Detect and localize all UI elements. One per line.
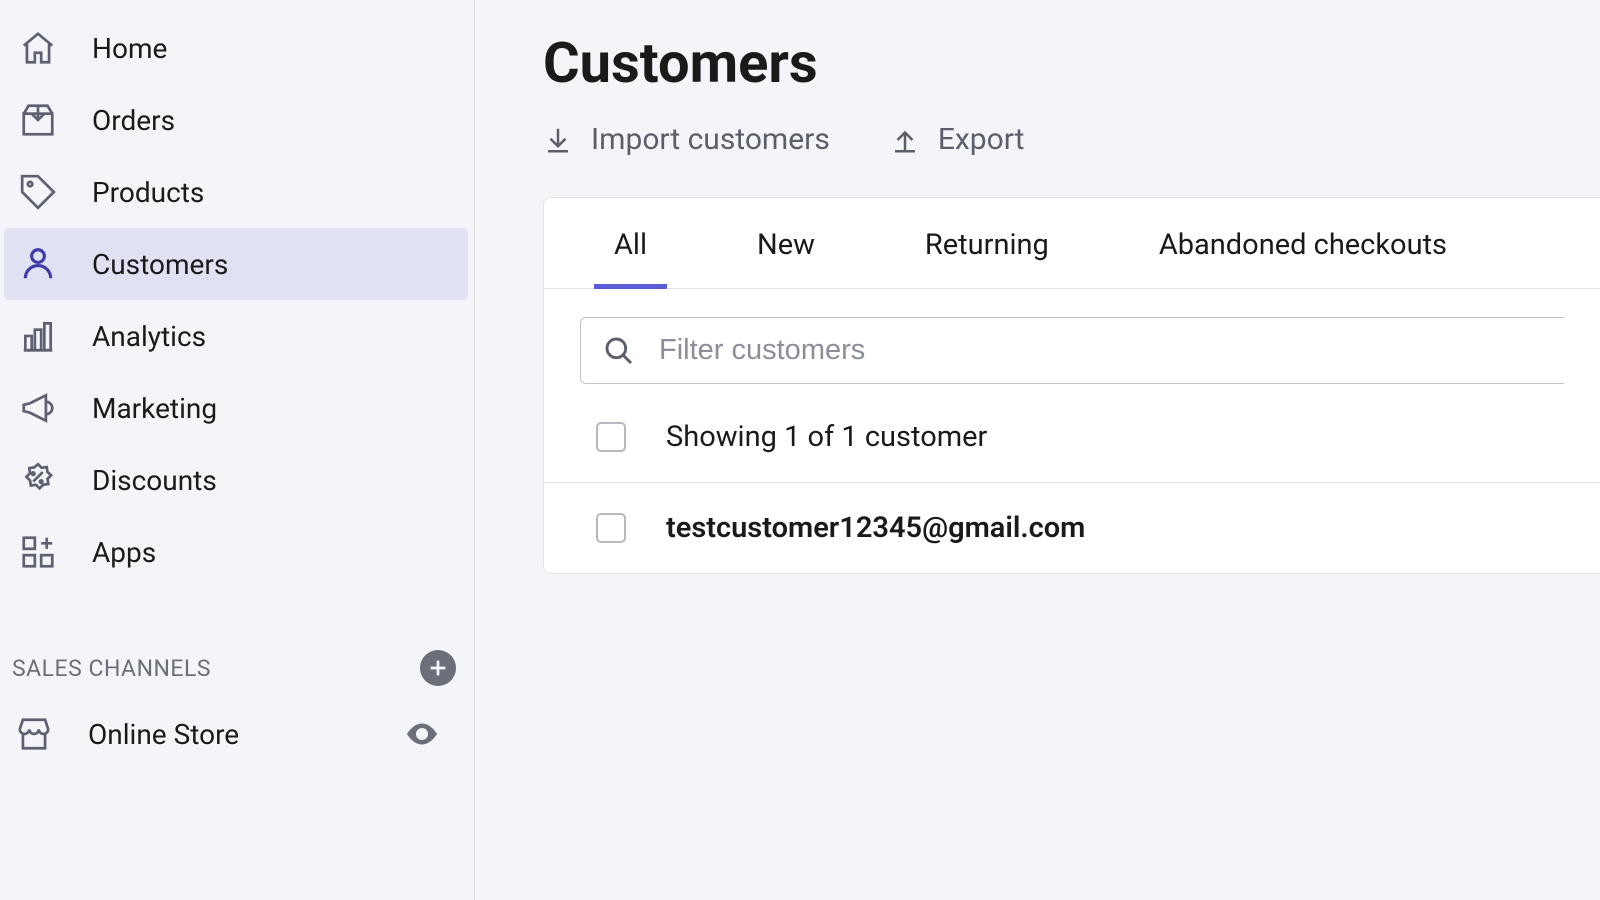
main-content: Customers Import customers Export All Ne… [475, 0, 1600, 900]
view-store-icon[interactable] [404, 716, 440, 752]
sidebar-item-marketing[interactable]: Marketing [4, 372, 468, 444]
export-button[interactable]: Export [890, 122, 1025, 157]
showing-count: Showing 1 of 1 customer [666, 420, 987, 454]
filter-input[interactable] [659, 334, 1542, 367]
sidebar: Home Orders Products Customers Analytics… [0, 0, 475, 900]
discount-icon [18, 460, 58, 500]
tab-returning[interactable]: Returning [915, 198, 1059, 288]
export-label: Export [938, 122, 1025, 157]
sidebar-item-apps[interactable]: Apps [4, 516, 468, 588]
sidebar-item-label: Products [92, 176, 204, 209]
sidebar-item-label: Home [92, 32, 167, 65]
tabs: All New Returning Abandoned checkouts [544, 198, 1600, 289]
sales-channels-label: SALES CHANNELS [12, 655, 211, 682]
sidebar-item-label: Marketing [92, 392, 217, 425]
import-icon [543, 125, 573, 155]
sidebar-item-customers[interactable]: Customers [4, 228, 468, 300]
customers-card: All New Returning Abandoned checkouts Sh… [543, 197, 1600, 574]
store-icon [14, 714, 54, 754]
sales-channels-header: SALES CHANNELS [0, 638, 474, 698]
sidebar-item-label: Orders [92, 104, 175, 137]
sidebar-item-label: Apps [92, 536, 156, 569]
sidebar-item-analytics[interactable]: Analytics [4, 300, 468, 372]
sidebar-item-label: Analytics [92, 320, 206, 353]
filter-row [544, 289, 1600, 392]
sidebar-item-products[interactable]: Products [4, 156, 468, 228]
search-icon [603, 335, 635, 367]
channel-label: Online Store [88, 718, 239, 751]
channel-online-store[interactable]: Online Store [0, 698, 474, 770]
list-header-row: Showing 1 of 1 customer [544, 392, 1600, 483]
orders-icon [18, 100, 58, 140]
sidebar-item-home[interactable]: Home [4, 12, 468, 84]
sidebar-item-label: Discounts [92, 464, 217, 497]
export-icon [890, 125, 920, 155]
sidebar-item-orders[interactable]: Orders [4, 84, 468, 156]
customer-row[interactable]: testcustomer12345@gmail.com [544, 483, 1600, 573]
analytics-icon [18, 316, 58, 356]
select-all-checkbox[interactable] [596, 422, 626, 452]
home-icon [18, 28, 58, 68]
tab-new[interactable]: New [747, 198, 825, 288]
import-customers-button[interactable]: Import customers [543, 122, 830, 157]
row-checkbox[interactable] [596, 513, 626, 543]
tab-abandoned[interactable]: Abandoned checkouts [1149, 198, 1457, 288]
megaphone-icon [18, 388, 58, 428]
filter-input-wrapper[interactable] [580, 317, 1564, 384]
page-title: Customers [543, 30, 1600, 96]
customer-email: testcustomer12345@gmail.com [666, 511, 1085, 545]
sidebar-item-discounts[interactable]: Discounts [4, 444, 468, 516]
sidebar-item-label: Customers [92, 248, 228, 281]
action-bar: Import customers Export [543, 122, 1600, 157]
apps-icon [18, 532, 58, 572]
tab-all[interactable]: All [604, 198, 657, 288]
import-label: Import customers [591, 122, 830, 157]
tag-icon [18, 172, 58, 212]
add-channel-button[interactable] [420, 650, 456, 686]
customer-icon [18, 244, 58, 284]
